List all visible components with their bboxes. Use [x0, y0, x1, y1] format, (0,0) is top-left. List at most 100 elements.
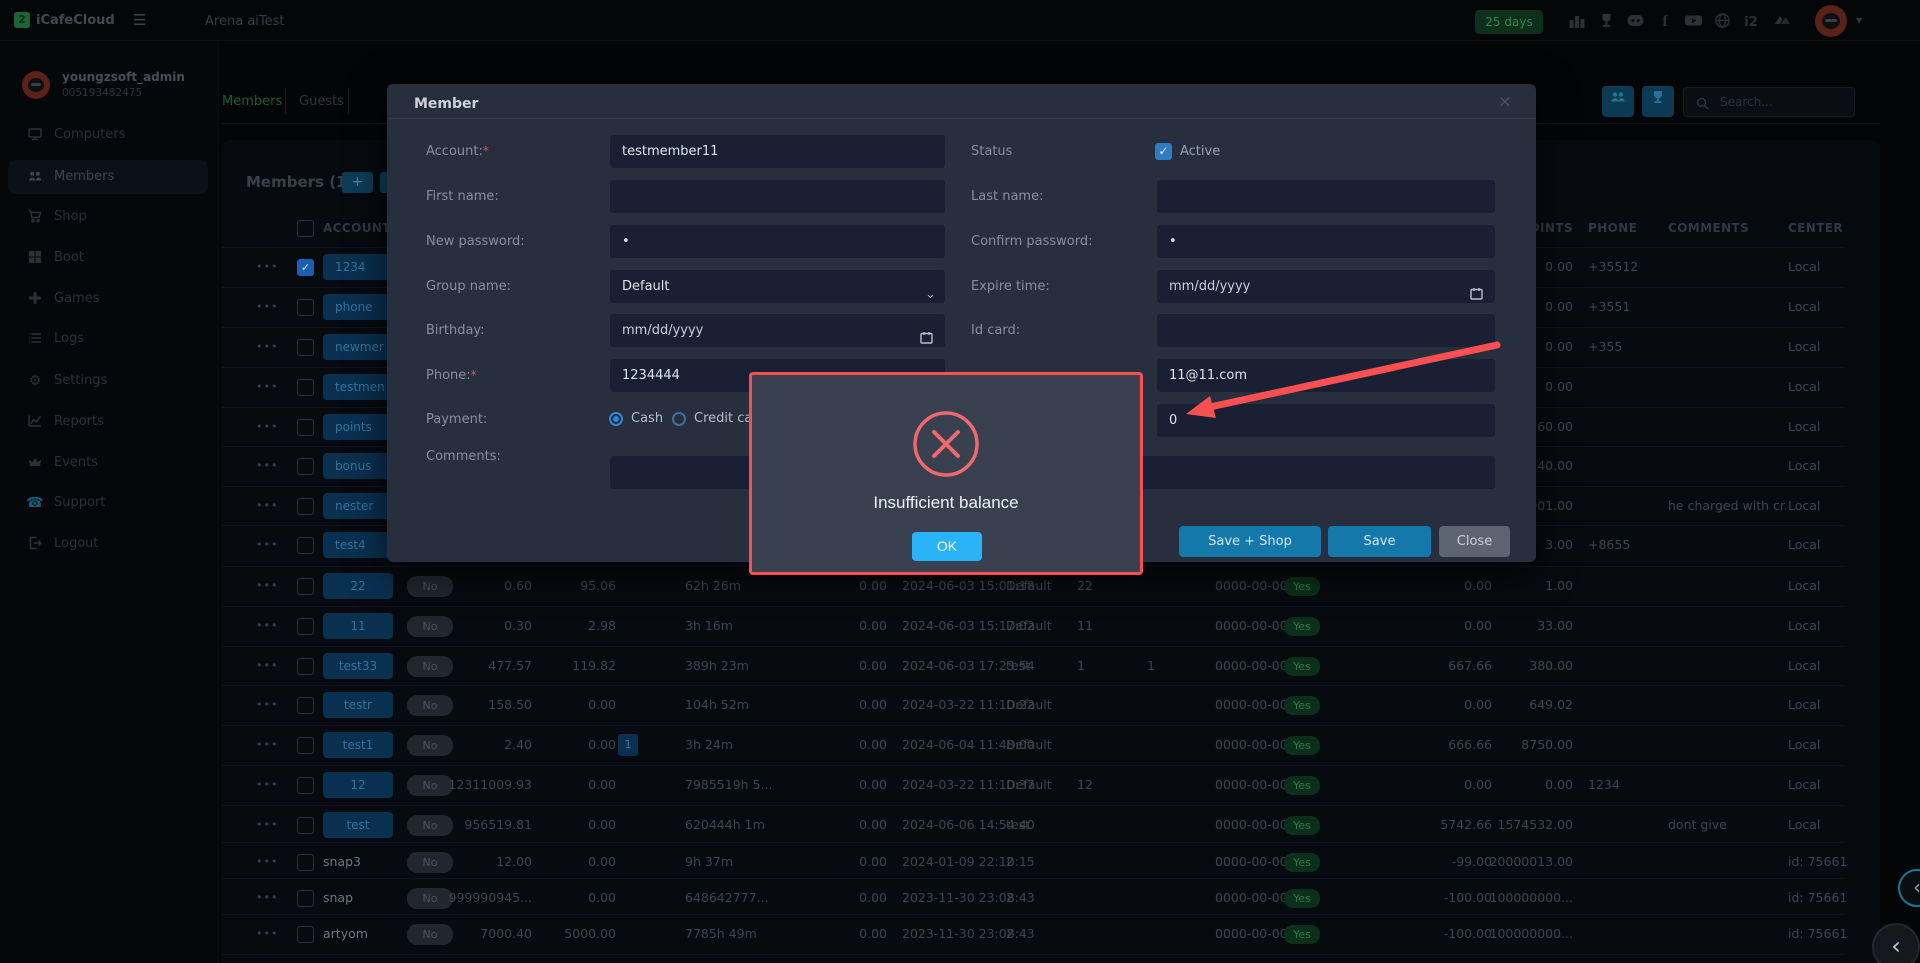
account-text[interactable]: snap [323, 878, 353, 918]
license-days-badge[interactable]: 25 days [1475, 10, 1543, 34]
account-pill[interactable]: testmen [323, 374, 393, 400]
row-checkbox[interactable] [297, 537, 314, 554]
members-group-button[interactable] [1602, 86, 1634, 117]
payment-credit-radio[interactable] [672, 412, 686, 426]
chat-widget-button[interactable]: ‹ [1872, 923, 1920, 963]
column-header-account[interactable]: ACCOUNT [323, 208, 393, 248]
row-checkbox[interactable] [297, 697, 314, 714]
sidebar-item-settings[interactable]: ⚙Settings [8, 364, 208, 398]
close-icon[interactable]: × [1498, 92, 1512, 112]
row-actions-icon[interactable]: ••• [256, 805, 278, 845]
row-checkbox[interactable] [297, 777, 314, 794]
row-checkbox[interactable] [297, 618, 314, 635]
sidebar-item-support[interactable]: ☎Support [8, 486, 208, 520]
confirm-password-input[interactable]: • [1157, 225, 1495, 258]
new-password-input[interactable]: • [610, 225, 945, 258]
last-name-input[interactable] [1157, 180, 1495, 213]
row-actions-icon[interactable]: ••• [256, 287, 278, 327]
row-checkbox[interactable] [297, 498, 314, 515]
deposit-input[interactable]: 0 [1157, 404, 1495, 437]
sidebar-item-shop[interactable]: Shop [8, 200, 208, 234]
account-text[interactable]: artyom [323, 914, 368, 954]
account-pill[interactable]: test1 [323, 732, 393, 758]
sidebar-item-logout[interactable]: Logout [8, 527, 208, 561]
row-checkbox[interactable] [297, 854, 314, 871]
account-pill[interactable]: newmer [323, 334, 393, 360]
account-pill[interactable]: test33 [323, 653, 393, 679]
discord-icon[interactable] [1625, 12, 1645, 30]
id-card-input[interactable] [1157, 314, 1495, 347]
user-avatar[interactable] [1815, 5, 1847, 37]
row-actions-icon[interactable]: ••• [256, 765, 278, 805]
menu-toggle-icon[interactable]: ☰ [133, 11, 146, 29]
search-input[interactable]: Search... [1683, 87, 1855, 117]
account-pill[interactable]: 1234 [323, 254, 393, 280]
row-checkbox[interactable] [297, 658, 314, 675]
account-pill[interactable]: 11 [323, 613, 393, 639]
globe-icon[interactable] [1712, 12, 1732, 30]
calendar-icon[interactable] [1470, 280, 1483, 293]
calendar-icon[interactable] [920, 324, 933, 337]
account-pill[interactable]: test4 [323, 532, 393, 558]
first-name-input[interactable] [610, 180, 945, 213]
row-checkbox[interactable] [297, 339, 314, 356]
row-actions-icon[interactable]: ••• [256, 486, 278, 526]
row-actions-icon[interactable]: ••• [256, 878, 278, 918]
row-actions-icon[interactable]: ••• [256, 842, 278, 882]
select-all-checkbox[interactable] [297, 220, 314, 237]
email-input[interactable]: 11@11.com [1157, 359, 1495, 392]
sidebar-item-games[interactable]: Games [8, 282, 208, 316]
account-pill[interactable]: nester [323, 493, 393, 519]
row-actions-icon[interactable]: ••• [256, 327, 278, 367]
column-header-center[interactable]: CENTER [1788, 208, 1870, 248]
row-actions-icon[interactable]: ••• [256, 367, 278, 407]
account-pill[interactable]: testr [323, 692, 393, 718]
ok-button[interactable]: OK [912, 532, 982, 561]
layers-icon[interactable] [1772, 12, 1792, 30]
group-name-select[interactable]: Default ⌄ [610, 270, 945, 303]
tab-members[interactable]: Members [222, 94, 282, 109]
podium-icon[interactable] [1567, 12, 1587, 30]
close-button[interactable]: Close [1439, 526, 1510, 557]
row-checkbox[interactable] [297, 578, 314, 595]
row-actions-icon[interactable]: ••• [256, 725, 278, 765]
account-text[interactable]: snap3 [323, 842, 361, 882]
payment-cash-radio[interactable] [609, 412, 623, 426]
row-checkbox[interactable] [297, 890, 314, 907]
row-checkbox[interactable] [297, 379, 314, 396]
account-input[interactable]: testmember11 [610, 135, 945, 168]
row-actions-icon[interactable]: ••• [256, 914, 278, 954]
youtube-icon[interactable] [1683, 12, 1703, 30]
chevron-down-icon[interactable]: ▾ [1856, 13, 1862, 27]
row-checkbox[interactable] [297, 926, 314, 943]
birthday-input[interactable]: mm/dd/yyyy [610, 314, 945, 347]
facebook-icon[interactable]: f [1655, 12, 1675, 30]
collapse-chevron-button[interactable]: ‹ [1898, 869, 1920, 907]
row-actions-icon[interactable]: ••• [256, 606, 278, 646]
account-pill[interactable]: phone [323, 294, 393, 320]
row-actions-icon[interactable]: ••• [256, 525, 278, 565]
sidebar-item-members[interactable]: Members [8, 160, 208, 194]
row-checkbox[interactable]: ✓ [297, 259, 314, 276]
column-header-comments[interactable]: COMMENTS [1668, 208, 1786, 248]
row-checkbox[interactable] [297, 419, 314, 436]
ranking-button[interactable] [1642, 86, 1674, 117]
row-checkbox[interactable] [297, 458, 314, 475]
expire-time-input[interactable]: mm/dd/yyyy [1157, 270, 1495, 303]
sidebar-item-logs[interactable]: Logs [8, 322, 208, 356]
account-pill[interactable]: 12 [323, 772, 393, 798]
account-pill[interactable]: test [323, 812, 393, 838]
row-actions-icon[interactable]: ••• [256, 446, 278, 486]
row-actions-icon[interactable]: ••• [256, 685, 278, 725]
account-pill[interactable]: bonus [323, 453, 393, 479]
row-checkbox[interactable] [297, 817, 314, 834]
status-active-checkbox[interactable]: ✓ [1155, 143, 1172, 160]
icafecloud-icon[interactable]: i2 [1741, 12, 1761, 30]
row-actions-icon[interactable]: ••• [256, 646, 278, 686]
save-button[interactable]: Save [1328, 526, 1431, 557]
row-checkbox[interactable] [297, 299, 314, 316]
row-checkbox[interactable] [297, 737, 314, 754]
row-actions-icon[interactable]: ••• [256, 407, 278, 447]
trophy-icon[interactable] [1596, 12, 1616, 30]
save-shop-button[interactable]: Save + Shop [1179, 526, 1321, 557]
